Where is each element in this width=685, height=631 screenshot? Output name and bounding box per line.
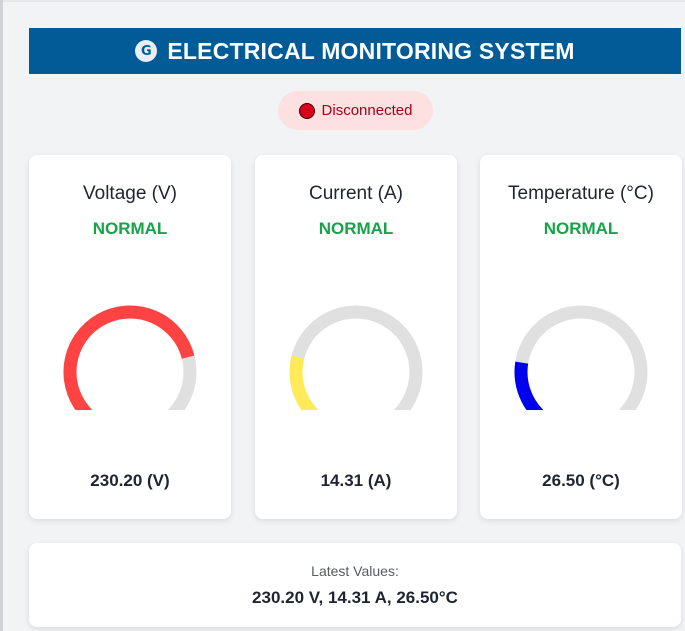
latest-values-panel: Latest Values: 230.20 V, 14.31 A, 26.50°… [29,543,681,627]
connection-status-badge: Disconnected [278,91,433,130]
gauge-value: 26.50 (°C) [542,471,620,490]
current-card: Current (A) NORMAL 14.31 (A) [255,155,457,519]
voltage-card: Voltage (V) NORMAL 230.20 (V) [29,155,231,519]
gauge-status: NORMAL [543,219,619,238]
gauge-fill [289,355,319,410]
gauge-status: NORMAL [318,219,394,238]
latest-values-caption: Latest Values: [311,563,399,579]
latest-values-text: 230.20 V, 14.31 A, 26.50°C [252,588,458,607]
connection-status-text: Disconnected [321,102,413,119]
gauge-track [289,305,423,410]
gauge-status: NORMAL [92,219,168,238]
gauge-label: Temperature (°C) [508,183,654,204]
gauge-value: 230.20 (V) [90,471,170,490]
gauge-fill [63,305,195,410]
temperature-card: Temperature (°C) NORMAL 26.50 (°C) [480,155,682,519]
window-top-edge [0,0,685,2]
gauge-value: 14.31 (A) [320,471,392,490]
current-gauge [289,305,423,410]
gauge-track [514,305,648,410]
app-header: G ELECTRICAL MONITORING SYSTEM [29,28,681,74]
gauge-fill [514,361,544,410]
status-dot-icon [298,102,315,119]
temperature-gauge [514,305,648,410]
window-left-edge [0,0,3,631]
logo-icon: G [135,40,158,62]
voltage-gauge [63,305,197,410]
gauge-label: Voltage (V) [83,183,177,204]
gauge-label: Current (A) [309,183,403,204]
page-title: ELECTRICAL MONITORING SYSTEM [167,37,575,64]
